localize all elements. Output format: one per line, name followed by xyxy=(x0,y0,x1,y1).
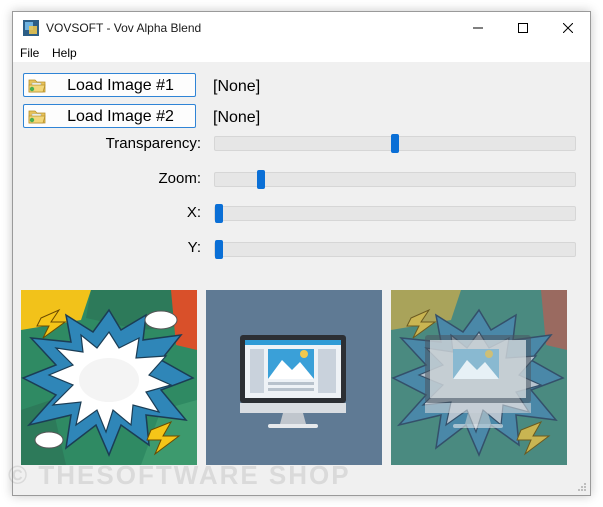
image-2-filename: [None] xyxy=(213,109,261,126)
x-slider-thumb[interactable] xyxy=(215,204,223,223)
y-slider-thumb[interactable] xyxy=(215,240,223,259)
blended-preview xyxy=(391,290,567,465)
x-label: X: xyxy=(186,204,201,221)
y-slider[interactable] xyxy=(214,240,576,259)
close-icon xyxy=(562,23,573,33)
menu-bar: File Help xyxy=(13,44,590,62)
image-1-filename: [None] xyxy=(213,78,261,95)
app-icon xyxy=(23,20,39,36)
image-1-preview xyxy=(21,290,197,465)
comic-image xyxy=(21,290,197,465)
x-slider[interactable] xyxy=(214,204,576,223)
zoom-label: Zoom: xyxy=(158,170,201,187)
menu-file[interactable]: File xyxy=(20,46,39,60)
menu-help[interactable]: Help xyxy=(52,46,77,60)
title-bar[interactable]: VOVSOFT - Vov Alpha Blend xyxy=(13,12,590,44)
load-image-1-button[interactable]: Load Image #1 xyxy=(23,73,196,97)
transparency-slider-thumb[interactable] xyxy=(391,134,399,153)
maximize-button[interactable] xyxy=(500,12,545,44)
monitor-image xyxy=(206,290,382,465)
blended-image xyxy=(391,290,567,465)
folder-icon xyxy=(28,79,46,93)
y-label: Y: xyxy=(187,239,201,256)
watermark: © THESOFTWARE SHOP xyxy=(8,460,351,490)
folder-icon xyxy=(28,110,46,124)
image-2-preview xyxy=(206,290,382,465)
close-button[interactable] xyxy=(545,12,590,44)
transparency-label: Transparency: xyxy=(105,135,201,152)
load-image-1-label: Load Image #1 xyxy=(67,77,174,94)
zoom-slider[interactable] xyxy=(214,170,576,189)
transparency-slider[interactable] xyxy=(214,134,576,153)
load-image-2-button[interactable]: Load Image #2 xyxy=(23,104,196,128)
minimize-button[interactable] xyxy=(455,12,500,44)
app-window: VOVSOFT - Vov Alpha Blend File Help Load… xyxy=(12,11,591,496)
zoom-slider-thumb[interactable] xyxy=(257,170,266,189)
maximize-icon xyxy=(517,23,528,33)
load-image-2-label: Load Image #2 xyxy=(67,108,174,125)
window-title: VOVSOFT - Vov Alpha Blend xyxy=(46,21,202,35)
resize-grip-icon[interactable] xyxy=(577,482,587,492)
minimize-icon xyxy=(472,27,483,29)
